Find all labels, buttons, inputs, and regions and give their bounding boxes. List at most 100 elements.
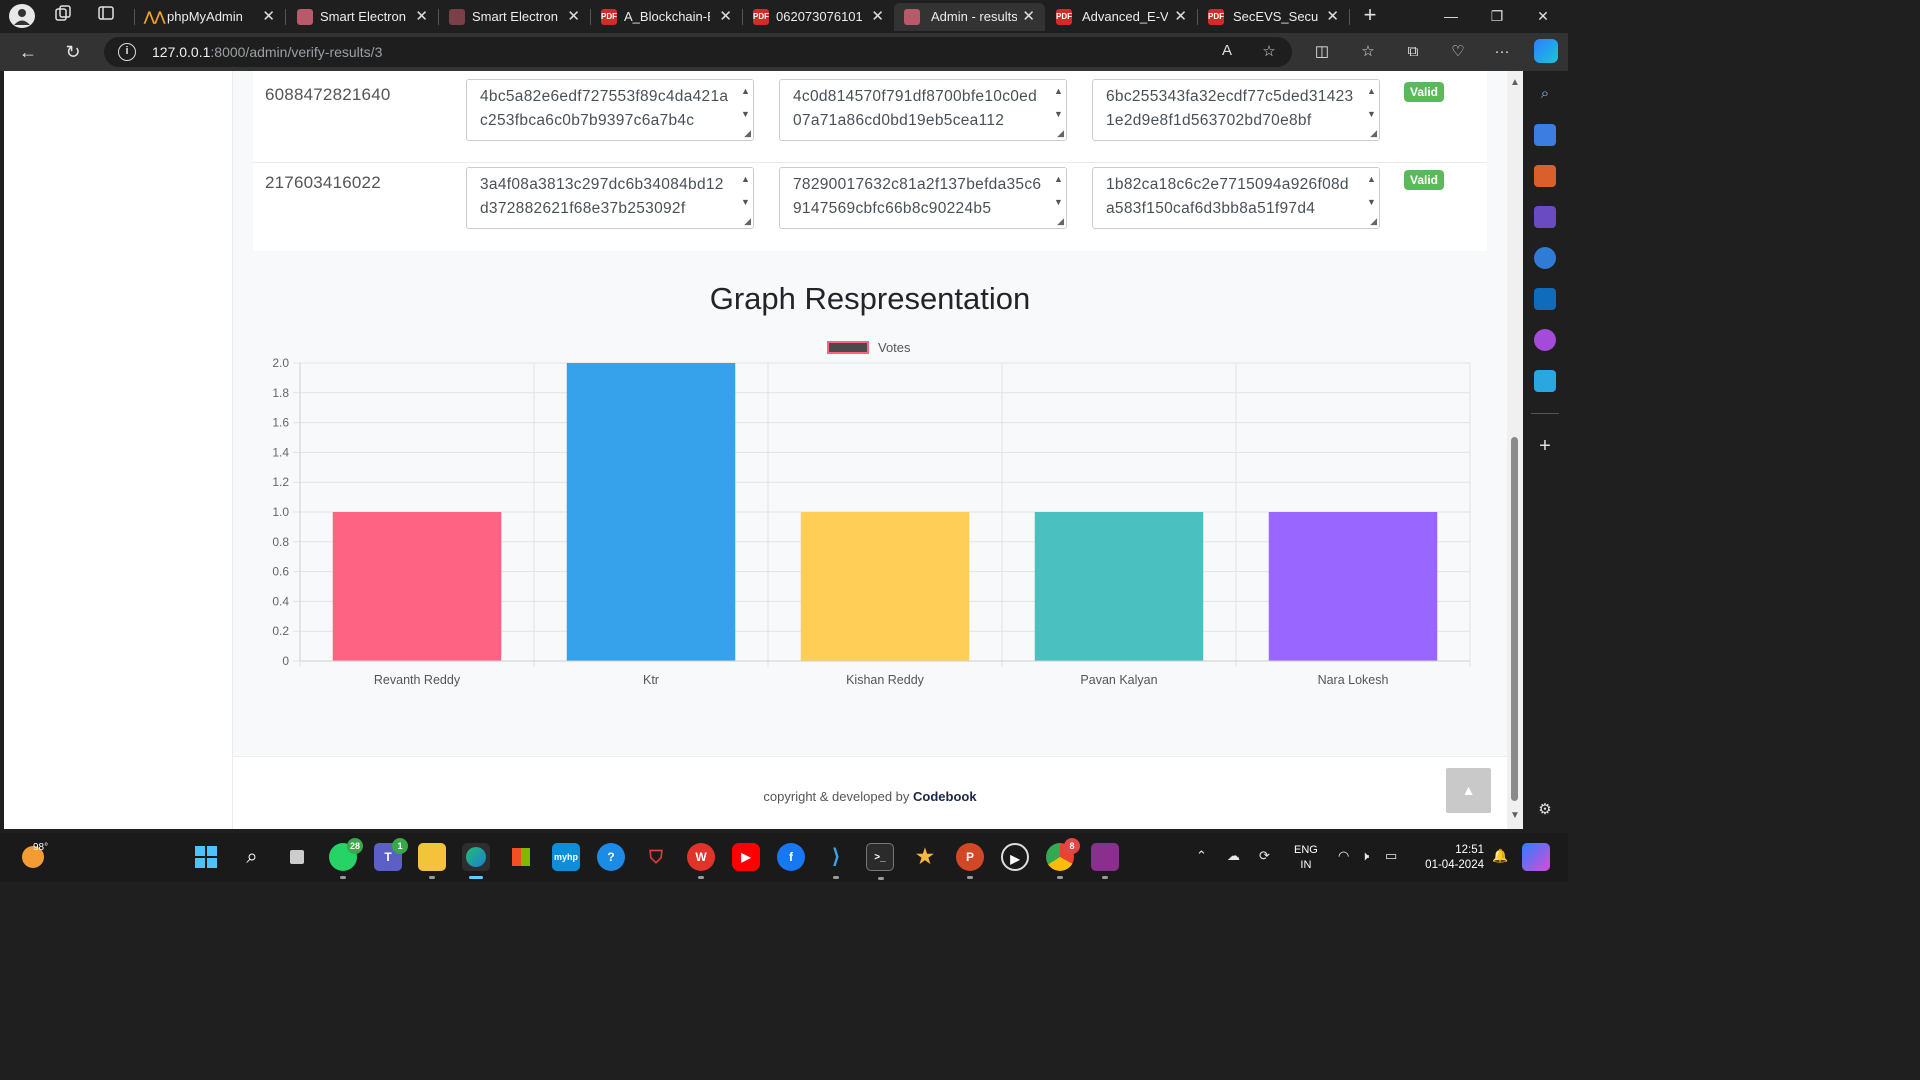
resize-handle-icon[interactable]: ◢ bbox=[744, 216, 751, 227]
starred-app-icon[interactable]: ★ bbox=[911, 843, 939, 871]
edge-browser-icon[interactable] bbox=[462, 843, 490, 879]
shopping-icon[interactable] bbox=[1534, 124, 1556, 146]
address-bar[interactable]: i 127.0.0.1:8000/admin/verify-results/3 … bbox=[104, 37, 1292, 67]
youtube-icon[interactable]: ▶ bbox=[732, 843, 760, 871]
workspaces-icon[interactable] bbox=[50, 4, 76, 28]
tab-pdf-062073[interactable]: PDF 062073076101.p ✕ bbox=[743, 3, 894, 31]
copilot-sidebar-icon[interactable] bbox=[1534, 247, 1556, 269]
send-icon[interactable] bbox=[1534, 370, 1556, 392]
copilot-taskbar-icon[interactable] bbox=[1522, 843, 1550, 871]
close-tab-icon[interactable]: ✕ bbox=[719, 7, 732, 25]
minimize-button[interactable]: — bbox=[1428, 3, 1474, 29]
y-tick-label: 0 bbox=[282, 654, 289, 668]
battery-icon[interactable]: ▭ bbox=[1385, 848, 1397, 864]
close-tab-icon[interactable]: ✕ bbox=[415, 7, 428, 25]
microsoft-store-icon[interactable] bbox=[507, 843, 535, 871]
notification-bell-icon[interactable]: 🔔 bbox=[1492, 848, 1508, 864]
resize-handle-icon[interactable]: ◢ bbox=[1370, 216, 1377, 227]
close-window-button[interactable]: ✕ bbox=[1520, 3, 1566, 29]
tools-icon[interactable] bbox=[1534, 165, 1556, 187]
system-clock[interactable]: 12:51 01-04-2024 bbox=[1416, 843, 1484, 873]
y-tick-label: 2.0 bbox=[272, 356, 289, 370]
table-row: 217603416022 3a4f08a3813c297dc6b34084bd1… bbox=[253, 159, 1487, 247]
wps-office-icon[interactable]: W bbox=[687, 843, 715, 879]
hash-field[interactable]: 78290017632c81a2f137befda35c69147569cbfc… bbox=[779, 167, 1067, 229]
media-player-icon[interactable]: ▶ bbox=[1001, 843, 1029, 871]
tab-smart-electronic-2[interactable]: Smart Electronic ✕ bbox=[439, 3, 590, 31]
close-tab-icon[interactable]: ✕ bbox=[871, 7, 884, 25]
close-tab-icon[interactable]: ✕ bbox=[1326, 7, 1339, 25]
table-row: 6088472821640 4bc5a82e6edf727553f89c4da4… bbox=[253, 71, 1487, 163]
y-tick-label: 1.8 bbox=[272, 386, 289, 400]
powerpoint-icon[interactable]: P bbox=[956, 843, 984, 879]
favorites-icon[interactable]: ☆ bbox=[1356, 41, 1380, 63]
tab-advanced-evoting[interactable]: PDF Advanced_E-Vo ✕ bbox=[1046, 3, 1197, 31]
tab-actions-icon[interactable] bbox=[93, 4, 119, 28]
close-tab-icon[interactable]: ✕ bbox=[1022, 7, 1035, 25]
tab-blockchain-pdf[interactable]: PDF A_Blockchain-B ✕ bbox=[591, 3, 742, 31]
resize-handle-icon[interactable]: ◢ bbox=[1370, 128, 1377, 139]
hash-field[interactable]: 1b82ca18c6c2e7715094a926f08da583f150caf6… bbox=[1092, 167, 1380, 229]
scroll-to-top-button[interactable]: ▲ bbox=[1446, 768, 1491, 813]
games-icon[interactable] bbox=[1534, 206, 1556, 228]
hash-field[interactable]: 6bc255343fa32ecdf77c5ded314231e2d9e8f1d5… bbox=[1092, 79, 1380, 141]
hash-field[interactable]: 3a4f08a3813c297dc6b34084bd12d372882621f6… bbox=[466, 167, 754, 229]
tab-phpmyadmin[interactable]: ⋀⋀ phpMyAdmin ✕ bbox=[134, 3, 285, 31]
close-tab-icon[interactable]: ✕ bbox=[262, 7, 275, 25]
close-tab-icon[interactable]: ✕ bbox=[1174, 7, 1187, 25]
browser-essentials-icon[interactable]: ♡ bbox=[1446, 41, 1470, 63]
maximize-button[interactable]: ❐ bbox=[1474, 3, 1520, 29]
main-content: 6088472821640 4bc5a82e6edf727553f89c4da4… bbox=[233, 71, 1507, 829]
sidebar-settings-icon[interactable]: ⚙ bbox=[1534, 799, 1556, 821]
whatsapp-icon[interactable]: 28 bbox=[329, 838, 363, 879]
mcafee-icon[interactable]: ⛉ bbox=[642, 843, 670, 871]
designer-icon[interactable] bbox=[1534, 329, 1556, 351]
winrar-icon[interactable] bbox=[1091, 843, 1119, 879]
split-screen-icon[interactable]: ◫ bbox=[1310, 41, 1334, 63]
volume-muted-icon[interactable]: 🕨 bbox=[1361, 848, 1369, 864]
show-hidden-icons[interactable]: ⌃ bbox=[1196, 848, 1207, 864]
collections-icon[interactable]: ⧉ bbox=[1401, 41, 1425, 63]
search-taskbar-icon[interactable]: ⌕ bbox=[238, 843, 266, 871]
outlook-icon[interactable] bbox=[1534, 288, 1556, 310]
tab-smart-electronic-1[interactable]: Smart Electronic ✕ bbox=[287, 3, 438, 31]
hash-field[interactable]: 4c0d814570f791df8700bfe10c0ed07a71a86cd0… bbox=[779, 79, 1067, 141]
new-tab-button[interactable]: + bbox=[1357, 3, 1383, 29]
site-info-icon[interactable]: i bbox=[118, 43, 136, 61]
file-explorer-icon[interactable] bbox=[418, 843, 446, 879]
scroll-down-icon[interactable]: ▼ bbox=[1510, 810, 1520, 821]
resize-handle-icon[interactable]: ◢ bbox=[1057, 216, 1064, 227]
chrome-icon[interactable]: 8 bbox=[1046, 838, 1080, 879]
resize-handle-icon[interactable]: ◢ bbox=[1057, 128, 1064, 139]
page-scrollbar[interactable]: ▲ ▼ bbox=[1507, 71, 1523, 829]
refresh-button[interactable]: ↻ bbox=[59, 39, 87, 65]
task-view-icon[interactable] bbox=[283, 843, 311, 871]
vscode-icon[interactable]: ⟩ bbox=[822, 843, 850, 879]
close-tab-icon[interactable]: ✕ bbox=[567, 7, 580, 25]
search-icon[interactable]: ⌕ bbox=[1534, 83, 1556, 105]
tab-admin-results[interactable]: Admin - results ✕ bbox=[894, 3, 1045, 31]
myhp-icon[interactable]: myhp bbox=[552, 843, 580, 871]
more-menu-icon[interactable]: ··· bbox=[1490, 41, 1514, 63]
back-button[interactable]: ← bbox=[14, 39, 42, 65]
teams-icon[interactable]: T1 bbox=[374, 838, 408, 871]
pdf-icon: PDF bbox=[1056, 9, 1072, 25]
start-button[interactable] bbox=[192, 843, 220, 871]
language-indicator[interactable]: ENG IN bbox=[1294, 843, 1318, 873]
profile-avatar-icon[interactable] bbox=[9, 4, 35, 28]
tab-secevs[interactable]: PDF SecEVS_Secure ✕ bbox=[1198, 3, 1349, 31]
wifi-icon[interactable]: ◠ bbox=[1338, 848, 1349, 864]
help-icon[interactable]: ? bbox=[597, 843, 625, 871]
read-aloud-icon[interactable]: A bbox=[1216, 42, 1238, 59]
favorite-star-icon[interactable]: ☆ bbox=[1258, 42, 1280, 60]
scrollbar-thumb[interactable] bbox=[1511, 437, 1518, 801]
add-sidebar-app-icon[interactable]: + bbox=[1534, 435, 1556, 457]
sync-icon[interactable]: ⟳ bbox=[1259, 848, 1270, 864]
onedrive-icon[interactable]: ☁ bbox=[1227, 848, 1240, 864]
facebook-icon[interactable]: f bbox=[777, 843, 805, 871]
terminal-icon[interactable]: >_ bbox=[866, 843, 894, 880]
scroll-up-icon[interactable]: ▲ bbox=[1510, 77, 1520, 88]
hash-field[interactable]: 4bc5a82e6edf727553f89c4da421ac253fbca6c0… bbox=[466, 79, 754, 141]
copilot-icon[interactable] bbox=[1534, 39, 1558, 63]
resize-handle-icon[interactable]: ◢ bbox=[744, 128, 751, 139]
